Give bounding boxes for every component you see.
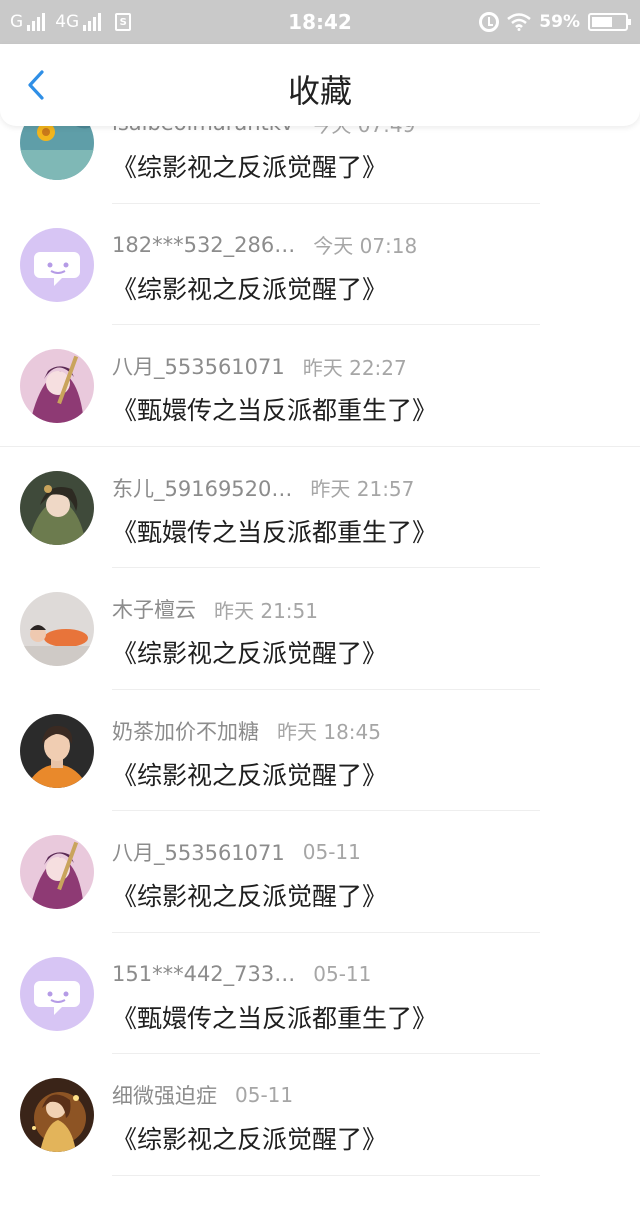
timestamp: 昨天 21:51	[214, 598, 318, 623]
user-name[interactable]: 木子檀云	[112, 594, 196, 624]
book-title[interactable]: 《综影视之反派觉醒了》	[112, 1120, 387, 1156]
avatar[interactable]	[20, 126, 94, 180]
list-item[interactable]: 182***532_286… 今天 07:18 《综影视之反派觉醒了》	[0, 204, 640, 325]
avatar[interactable]	[20, 227, 94, 302]
user-name[interactable]: 八月_553561071	[112, 351, 285, 381]
flower-photo-icon	[20, 126, 94, 180]
favorites-list[interactable]: isaibeolmarantkv 今天 07:49 《综影视之反派觉醒了》 18…	[0, 126, 640, 1205]
timestamp: 昨天 21:57	[310, 477, 415, 501]
item-meta: 151***442_733… 05-11	[112, 961, 620, 987]
book-title[interactable]: 《综影视之反派觉醒了》	[112, 270, 387, 306]
user-name[interactable]: 奶茶加价不加糖	[112, 716, 259, 746]
item-meta: isaibeolmarantkv 今天 07:49	[112, 126, 620, 138]
anime-portrait-icon	[20, 470, 94, 545]
list-item[interactable]: 细微强迫症 05-11 《综影视之反派觉醒了》	[0, 1054, 640, 1176]
status-right: 59%	[479, 0, 631, 44]
timestamp: 今天 07:18	[313, 234, 418, 258]
item-meta: 木子檀云 昨天 21:51	[112, 594, 620, 624]
user-name[interactable]: 151***442_733…	[112, 962, 295, 986]
battery-icon	[588, 13, 631, 31]
avatar[interactable]	[20, 956, 94, 1031]
list-item[interactable]: 八月_553561071 昨天 22:27 《甄嬛传之当反派都重生了》	[0, 325, 640, 447]
default-chat-avatar-icon	[20, 227, 94, 302]
item-meta: 八月_553561071 05-11	[112, 839, 620, 865]
avatar[interactable]	[20, 349, 94, 423]
user-name[interactable]: 细微强迫症	[112, 1080, 217, 1110]
user-name[interactable]: 东儿_59169520…	[112, 473, 292, 503]
user-name[interactable]: isaibeolmarantkv	[112, 126, 293, 135]
timestamp: 05-11	[313, 961, 372, 986]
battery-percent: 59%	[539, 12, 580, 32]
item-meta: 奶茶加价不加糖 昨天 18:45	[112, 716, 620, 746]
wifi-icon	[507, 13, 532, 31]
list-item[interactable]: 木子檀云 昨天 21:51 《综影视之反派觉醒了》	[0, 568, 640, 690]
avatar[interactable]	[20, 835, 94, 909]
list-item[interactable]: 151***442_733… 05-11 《甄嬛传之当反派都重生了》	[0, 933, 640, 1054]
anime-portrait-icon	[20, 1078, 94, 1152]
book-title[interactable]: 《综影视之反派觉醒了》	[112, 634, 387, 670]
timestamp: 05-11	[302, 840, 361, 864]
nav-header: 收藏	[0, 44, 640, 126]
list-item[interactable]: 八月_553561071 05-11 《综影视之反派觉醒了》	[0, 811, 640, 933]
book-title[interactable]: 《甄嬛传之当反派都重生了》	[112, 513, 437, 549]
avatar[interactable]	[20, 470, 94, 545]
item-meta: 细微强迫症 05-11	[112, 1082, 620, 1108]
sleeping-photo-icon	[20, 592, 94, 666]
avatar[interactable]	[20, 592, 94, 666]
item-meta: 八月_553561071 昨天 22:27	[112, 351, 620, 381]
status-bar: G 4G S 18:42 59%	[0, 0, 640, 44]
book-title[interactable]: 《综影视之反派觉醒了》	[112, 148, 387, 184]
item-meta: 东儿_59169520… 昨天 21:57	[112, 473, 620, 503]
book-title[interactable]: 《甄嬛传之当反派都重生了》	[112, 999, 437, 1035]
timestamp: 昨天 18:45	[277, 720, 381, 744]
divider	[112, 1174, 540, 1176]
user-name[interactable]: 八月_553561071	[112, 837, 285, 867]
list-item[interactable]: 奶茶加价不加糖 昨天 18:45 《综影视之反派觉醒了》	[0, 690, 640, 811]
default-chat-avatar-icon	[20, 956, 94, 1031]
list-item[interactable]: 东儿_59169520… 昨天 21:57 《甄嬛传之当反派都重生了》	[0, 447, 640, 568]
timestamp: 05-11	[235, 1083, 294, 1107]
page-title: 收藏	[287, 72, 352, 110]
anime-portrait-icon	[20, 835, 94, 909]
avatar[interactable]	[20, 1078, 94, 1152]
item-meta: 182***532_286… 今天 07:18	[112, 232, 620, 259]
timestamp: 昨天 22:27	[302, 355, 407, 380]
list-item[interactable]: isaibeolmarantkv 今天 07:49 《综影视之反派觉醒了》	[0, 126, 640, 204]
alarm-icon	[479, 12, 500, 32]
book-title[interactable]: 《综影视之反派觉醒了》	[112, 877, 387, 913]
anime-portrait-icon	[20, 349, 94, 423]
timestamp: 今天 07:49	[311, 126, 415, 138]
person-photo-icon	[20, 713, 94, 788]
book-title[interactable]: 《综影视之反派觉醒了》	[112, 756, 387, 792]
book-title[interactable]: 《甄嬛传之当反派都重生了》	[112, 391, 437, 427]
user-name[interactable]: 182***532_286…	[112, 233, 295, 257]
avatar[interactable]	[20, 713, 94, 788]
